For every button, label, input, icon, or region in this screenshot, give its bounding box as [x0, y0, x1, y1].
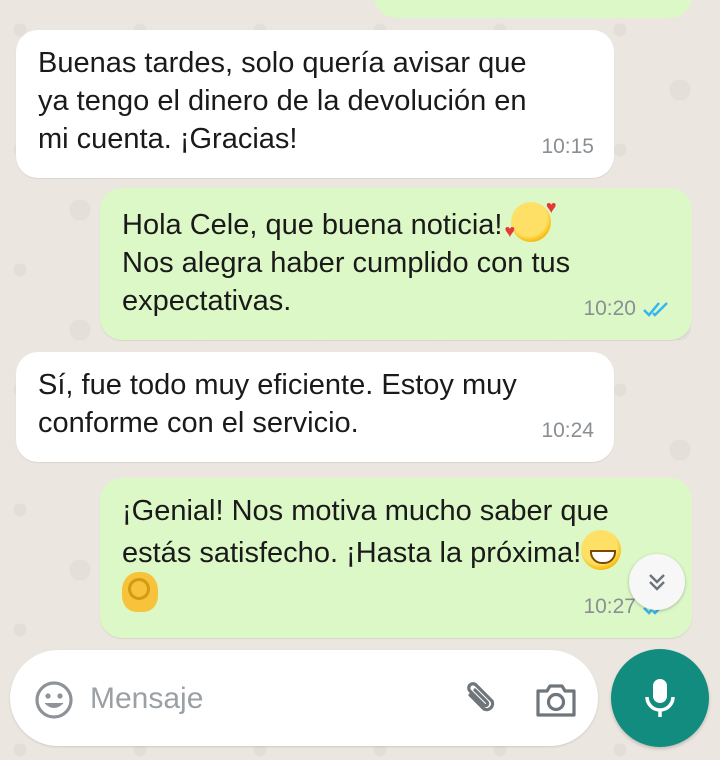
microphone-button[interactable]: [611, 649, 709, 747]
message-text-line-2: estás satisfecho. ¡Hasta la próxima!: [122, 530, 670, 572]
message-bubble-incoming[interactable]: Sí, fue todo muy eficiente. Estoy muy co…: [16, 352, 614, 462]
message-text: Sí, fue todo muy eficiente. Estoy muy co…: [38, 369, 517, 439]
scroll-to-bottom-button[interactable]: [629, 554, 685, 610]
paperclip-icon[interactable]: [458, 677, 502, 721]
microphone-icon: [645, 679, 675, 717]
camera-icon[interactable]: [532, 679, 580, 721]
message-text-line: Hola Cele, que buena noticia!: [122, 209, 511, 241]
message-bubble-incoming[interactable]: Buenas tardes, solo quería avisar que ya…: [16, 30, 614, 178]
message-time: 10:15: [541, 135, 594, 158]
message-composer: [10, 650, 598, 746]
message-text-line: estás satisfecho. ¡Hasta la próxima!: [122, 537, 582, 569]
message-meta: 10:20: [583, 290, 672, 328]
grinning-face-icon: [581, 530, 622, 570]
message-meta: 10:15: [541, 128, 594, 166]
message-text-line: ¡Genial! Nos motiva mucho saber que: [122, 495, 609, 527]
message-input[interactable]: [88, 675, 432, 723]
message-time: 10:27: [583, 595, 636, 618]
message-meta: 10:24: [541, 412, 594, 450]
previous-message-bubble: [374, 0, 692, 18]
message-bubble-outgoing[interactable]: Hola Cele, que buena noticia! Nos alegra…: [100, 188, 692, 340]
read-ticks-icon: [643, 302, 668, 317]
emoji-icon[interactable]: [34, 680, 74, 720]
smiling-face-with-hearts-icon: [505, 198, 557, 242]
double-chevron-down-icon: [649, 574, 665, 591]
message-time: 10:24: [541, 419, 594, 442]
ok-hand-icon: [122, 572, 158, 612]
message-text: Buenas tardes, solo quería avisar que ya…: [38, 47, 527, 155]
message-time: 10:20: [583, 297, 636, 320]
message-bubble-outgoing[interactable]: ¡Genial! Nos motiva mucho saber que está…: [100, 478, 692, 638]
